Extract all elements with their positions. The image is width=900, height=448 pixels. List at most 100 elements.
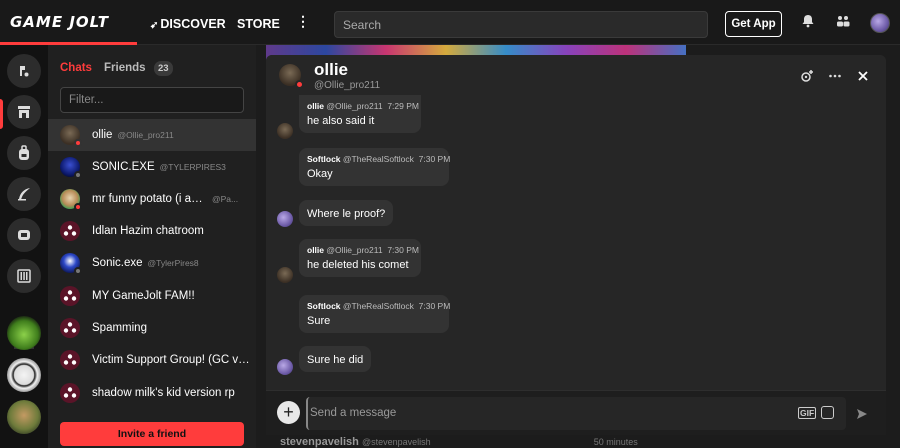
- message-meta: ollie @Ollie_pro211 7:29 PM: [307, 101, 419, 111]
- bookshelf-icon: [17, 269, 31, 283]
- message-meta: ollie @Ollie_pro211 7:30 PM: [307, 245, 419, 255]
- community-avatar-3[interactable]: [7, 400, 41, 434]
- add-attachment-button[interactable]: +: [277, 401, 300, 424]
- feed-user: stevenpavelish: [280, 436, 359, 448]
- chat-name: shadow milk's kid version rp: [92, 387, 235, 399]
- chat-name: Spamming: [92, 322, 147, 334]
- tab-friends[interactable]: Friends: [104, 62, 146, 74]
- room-handle: @Ollie_pro211: [314, 80, 381, 91]
- message-handle: @TheRealSoftlock: [342, 301, 414, 311]
- message-time: 7:29 PM: [387, 101, 419, 111]
- creator-rail-button[interactable]: [7, 177, 41, 211]
- chat-message: Sure he did: [299, 346, 372, 372]
- tab-chats[interactable]: Chats: [60, 62, 92, 74]
- message-composer: + Send a message GIF: [266, 390, 886, 435]
- search-input[interactable]: Search: [334, 11, 708, 38]
- top-navigation-bar: GAME JOLT ➹ DISCOVER STORE ⋮ Search Get A…: [0, 0, 900, 45]
- message-text: Okay: [307, 168, 333, 180]
- chat-list-item[interactable]: MY GameJolt FAM!!: [48, 280, 256, 312]
- chat-list-item[interactable]: shadow milk's kid version rp: [48, 377, 256, 409]
- friend-requests-icon[interactable]: [836, 14, 850, 28]
- chat-list-panel: Chats Friends 23 Filter... ollie @Ollie_…: [48, 45, 256, 448]
- message-input[interactable]: Send a message: [306, 397, 846, 430]
- message-avatar[interactable]: [277, 267, 293, 283]
- chat-handle: @TYLERPIRES3: [159, 162, 226, 172]
- chat-name: mr funny potato (i am a f...: [92, 193, 207, 205]
- message-meta: Softlock @TheRealSoftlock 7:30 PM: [307, 154, 450, 164]
- chat-list-item[interactable]: ollie @Ollie_pro211: [48, 119, 256, 151]
- gif-button[interactable]: GIF: [798, 407, 817, 419]
- chat-name: Idlan Hazim chatroom: [92, 225, 204, 237]
- message-text: Sure: [307, 315, 331, 327]
- message-author[interactable]: Softlock: [307, 154, 341, 164]
- invite-friend-button[interactable]: Invite a friend: [60, 422, 244, 446]
- group-chat-icon: [60, 221, 80, 241]
- group-chat-icon: [60, 383, 80, 403]
- send-icon[interactable]: [856, 408, 868, 420]
- chat-handle: @Ollie_pro211: [117, 130, 174, 140]
- store-rail-button[interactable]: [7, 95, 41, 129]
- chat-message: Where le proof?: [299, 200, 394, 226]
- more-menu-icon[interactable]: ⋮: [296, 13, 310, 30]
- close-icon[interactable]: [856, 69, 870, 83]
- message-text: he deleted his comet: [307, 259, 409, 271]
- filter-input[interactable]: Filter...: [60, 87, 244, 113]
- left-navigation-rail: [0, 45, 48, 448]
- storefront-icon: [18, 106, 30, 118]
- friends-count-badge: 23: [154, 61, 173, 76]
- chat-list-item[interactable]: mr funny potato (i am a f... @Pa...: [48, 183, 256, 215]
- store-nav-link[interactable]: STORE: [237, 17, 280, 31]
- room-avatar[interactable]: [279, 64, 304, 89]
- chat-header: ollie @Ollie_pro211: [266, 55, 886, 95]
- library-rail-button[interactable]: [7, 136, 41, 170]
- chat-name: ollie: [92, 129, 113, 141]
- get-app-button[interactable]: Get App: [725, 11, 782, 37]
- discover-label: DISCOVER: [160, 17, 226, 31]
- chat-name: Sonic.exe: [92, 257, 143, 269]
- message-author[interactable]: Softlock: [307, 301, 341, 311]
- chat-list-item[interactable]: Idlan Hazim chatroom: [48, 215, 256, 247]
- chat-window: ollie @Ollie_pro211 ollie @Ollie_pro211 …: [266, 55, 886, 435]
- avatar: [60, 125, 82, 147]
- message-handle: @Ollie_pro211: [326, 245, 383, 255]
- chat-list-item[interactable]: Spamming: [48, 312, 256, 344]
- chat-message: ollie @Ollie_pro211 7:29 PM he also said…: [299, 95, 421, 133]
- chat-handle: @TylerPires8: [147, 258, 199, 268]
- rail-active-indicator: [0, 99, 3, 129]
- chat-list-item[interactable]: Victim Support Group! (GC ver...: [48, 344, 256, 376]
- chat-list-item[interactable]: SONIC.EXE @TYLERPIRES3: [48, 151, 256, 183]
- emoji-icon[interactable]: [821, 406, 834, 419]
- console-icon: [18, 230, 30, 240]
- game-jolt-logo[interactable]: GAME JOLT: [10, 13, 109, 31]
- room-name[interactable]: ollie: [314, 60, 348, 80]
- more-options-icon[interactable]: [828, 69, 842, 83]
- message-avatar[interactable]: [277, 211, 293, 227]
- user-avatar[interactable]: [870, 13, 890, 33]
- message-text: Sure he did: [307, 354, 364, 366]
- message-time: 7:30 PM: [387, 245, 419, 255]
- bell-icon[interactable]: [801, 14, 815, 28]
- feed-time: 50 minutes: [593, 437, 638, 447]
- group-chat-icon: [60, 318, 80, 338]
- message-author[interactable]: ollie: [307, 101, 324, 111]
- shelf-rail-button[interactable]: [7, 259, 41, 293]
- chat-rail-button[interactable]: [7, 54, 41, 88]
- message-meta: Softlock @TheRealSoftlock 7:30 PM: [307, 301, 450, 311]
- chat-message: ollie @Ollie_pro211 7:30 PM he deleted h…: [299, 239, 421, 277]
- chat-name: MY GameJolt FAM!!: [92, 290, 195, 302]
- community-avatar-2[interactable]: [7, 358, 41, 392]
- chat-name: SONIC.EXE: [92, 161, 155, 173]
- chat-icon: [20, 66, 29, 77]
- message-avatar[interactable]: [277, 359, 293, 375]
- message-author[interactable]: ollie: [307, 245, 324, 255]
- quill-icon: [18, 188, 30, 201]
- community-avatar-1[interactable]: [7, 316, 41, 350]
- chat-message: Softlock @TheRealSoftlock 7:30 PM Sure: [299, 295, 450, 333]
- chat-list-item[interactable]: Sonic.exe @TylerPires8: [48, 247, 256, 279]
- discover-nav-link[interactable]: ➹ DISCOVER: [150, 17, 226, 31]
- add-friend-icon[interactable]: [800, 69, 814, 83]
- group-chat-icon: [60, 286, 80, 306]
- devices-rail-button[interactable]: [7, 218, 41, 252]
- message-avatar[interactable]: [277, 123, 293, 139]
- avatar: [60, 189, 82, 211]
